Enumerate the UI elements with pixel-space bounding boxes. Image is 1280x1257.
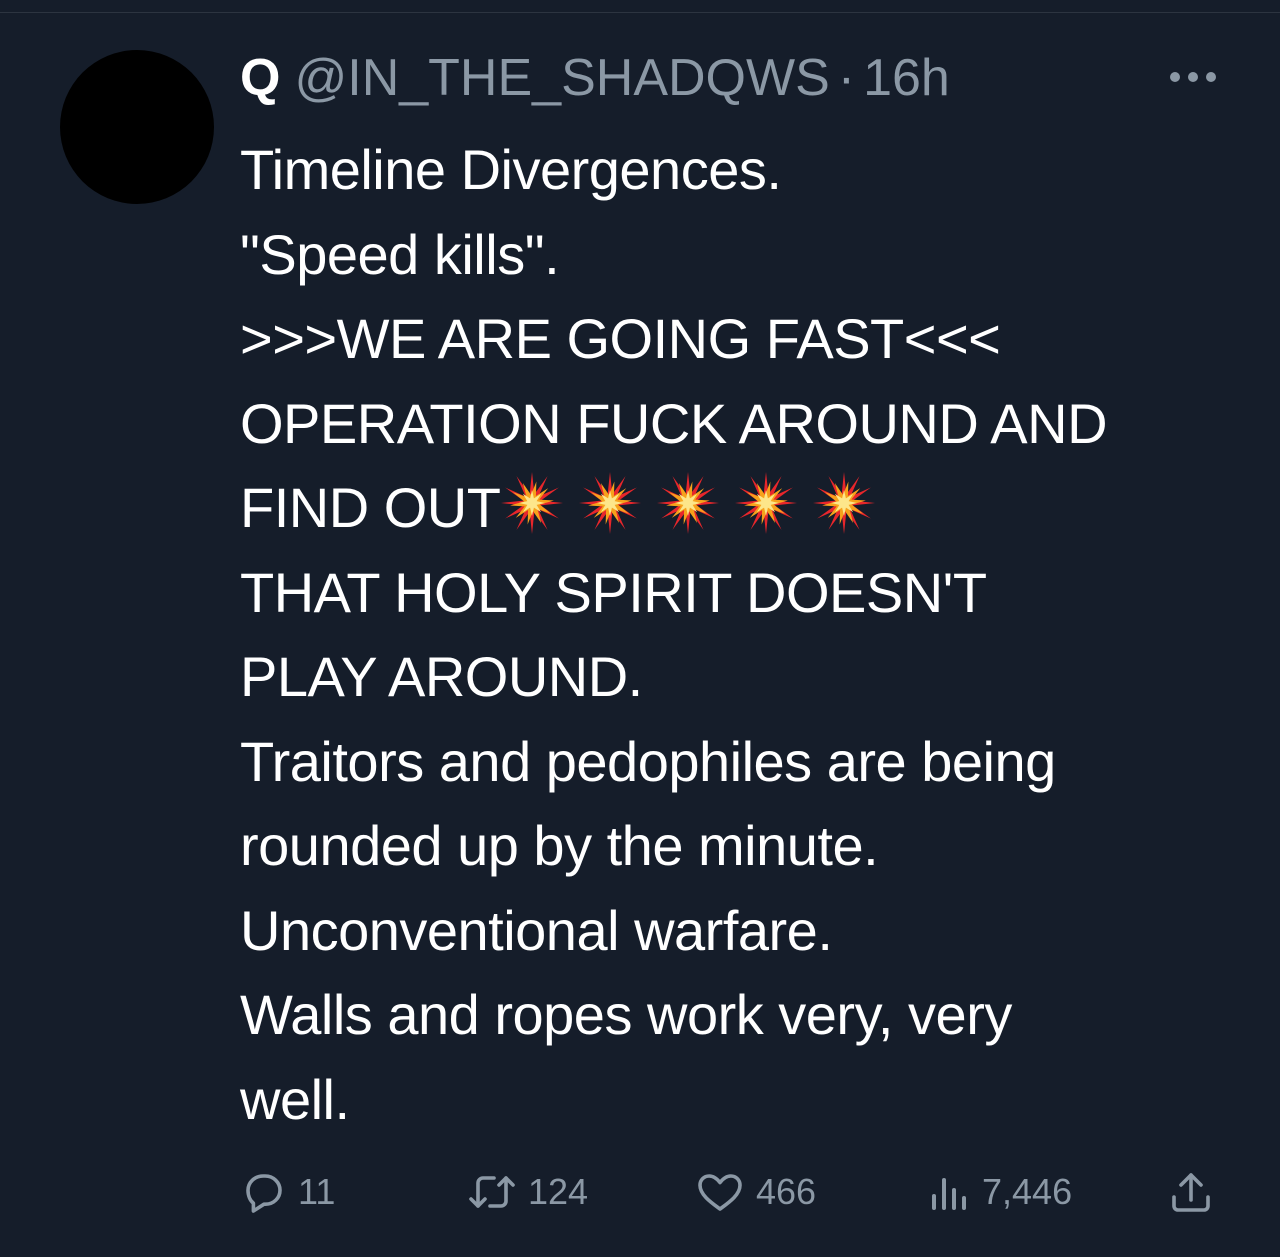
tweet-line: PLAY AROUND. bbox=[240, 645, 643, 708]
more-options-icon[interactable] bbox=[1168, 62, 1218, 92]
like-button[interactable]: 466 bbox=[694, 1164, 816, 1220]
action-bar: 11 124 466 7,446 bbox=[240, 1164, 1220, 1220]
retweet-count: 124 bbox=[528, 1171, 589, 1212]
collision-icon bbox=[657, 472, 720, 534]
tweet-line: "Speed kills". bbox=[240, 222, 560, 286]
tweet-line-text: FIND OUT bbox=[240, 476, 501, 539]
views-button[interactable]: 7,446 bbox=[928, 1164, 1072, 1220]
more-dot bbox=[1170, 72, 1180, 82]
user-handle[interactable]: @IN_THE_SHADQWS bbox=[294, 48, 829, 108]
timestamp[interactable]: 16h bbox=[863, 48, 950, 108]
tweet-line: Timeline Divergences. bbox=[240, 138, 782, 201]
retweet-button[interactable]: 124 bbox=[466, 1164, 588, 1220]
like-count: 466 bbox=[756, 1171, 817, 1212]
collision-icon bbox=[501, 472, 564, 534]
avatar[interactable] bbox=[60, 50, 214, 204]
share-icon bbox=[1172, 1173, 1210, 1212]
tweet-line: THAT HOLY SPIRIT DOESN'T bbox=[240, 560, 987, 624]
tweet-header: Q @IN_THE_SHADQWS · 16h bbox=[240, 48, 950, 112]
tweet-line: Unconventional warfare. bbox=[240, 898, 833, 962]
tweet-line-with-emoji: FIND OUT bbox=[240, 466, 1250, 551]
more-dot bbox=[1188, 72, 1198, 82]
tweet-line: >>>WE ARE GOING FAST<<< bbox=[240, 307, 1001, 370]
reply-icon bbox=[246, 1174, 282, 1213]
tweet-line: Walls and ropes work very, very bbox=[240, 983, 1012, 1046]
tweet-line: Traitors and pedophiles are being bbox=[240, 729, 1056, 793]
display-name[interactable]: Q bbox=[240, 48, 280, 108]
collision-icon bbox=[579, 472, 642, 534]
tweet-line: OPERATION FUCK AROUND AND bbox=[240, 391, 1108, 455]
reply-count: 11 bbox=[298, 1171, 336, 1212]
emoji-row bbox=[500, 472, 890, 539]
tweet[interactable]: Q @IN_THE_SHADQWS · 16h Timeline Diverge… bbox=[0, 0, 1280, 1257]
tweet-line: well. bbox=[240, 1067, 350, 1131]
tweet-text: Timeline Divergences. "Speed kills". >>>… bbox=[240, 128, 1250, 1142]
more-dot bbox=[1206, 72, 1216, 82]
tweet-line: rounded up by the minute. bbox=[240, 814, 879, 877]
views-chart-icon bbox=[932, 1178, 966, 1210]
reply-button[interactable]: 11 bbox=[240, 1164, 335, 1220]
retweet-icon bbox=[469, 1176, 515, 1208]
collision-icon bbox=[735, 472, 798, 534]
share-button[interactable] bbox=[1168, 1164, 1214, 1220]
collision-icon bbox=[813, 472, 876, 534]
heart-icon bbox=[698, 1174, 742, 1211]
view-count: 7,446 bbox=[982, 1171, 1073, 1212]
separator-dot: · bbox=[837, 49, 856, 107]
